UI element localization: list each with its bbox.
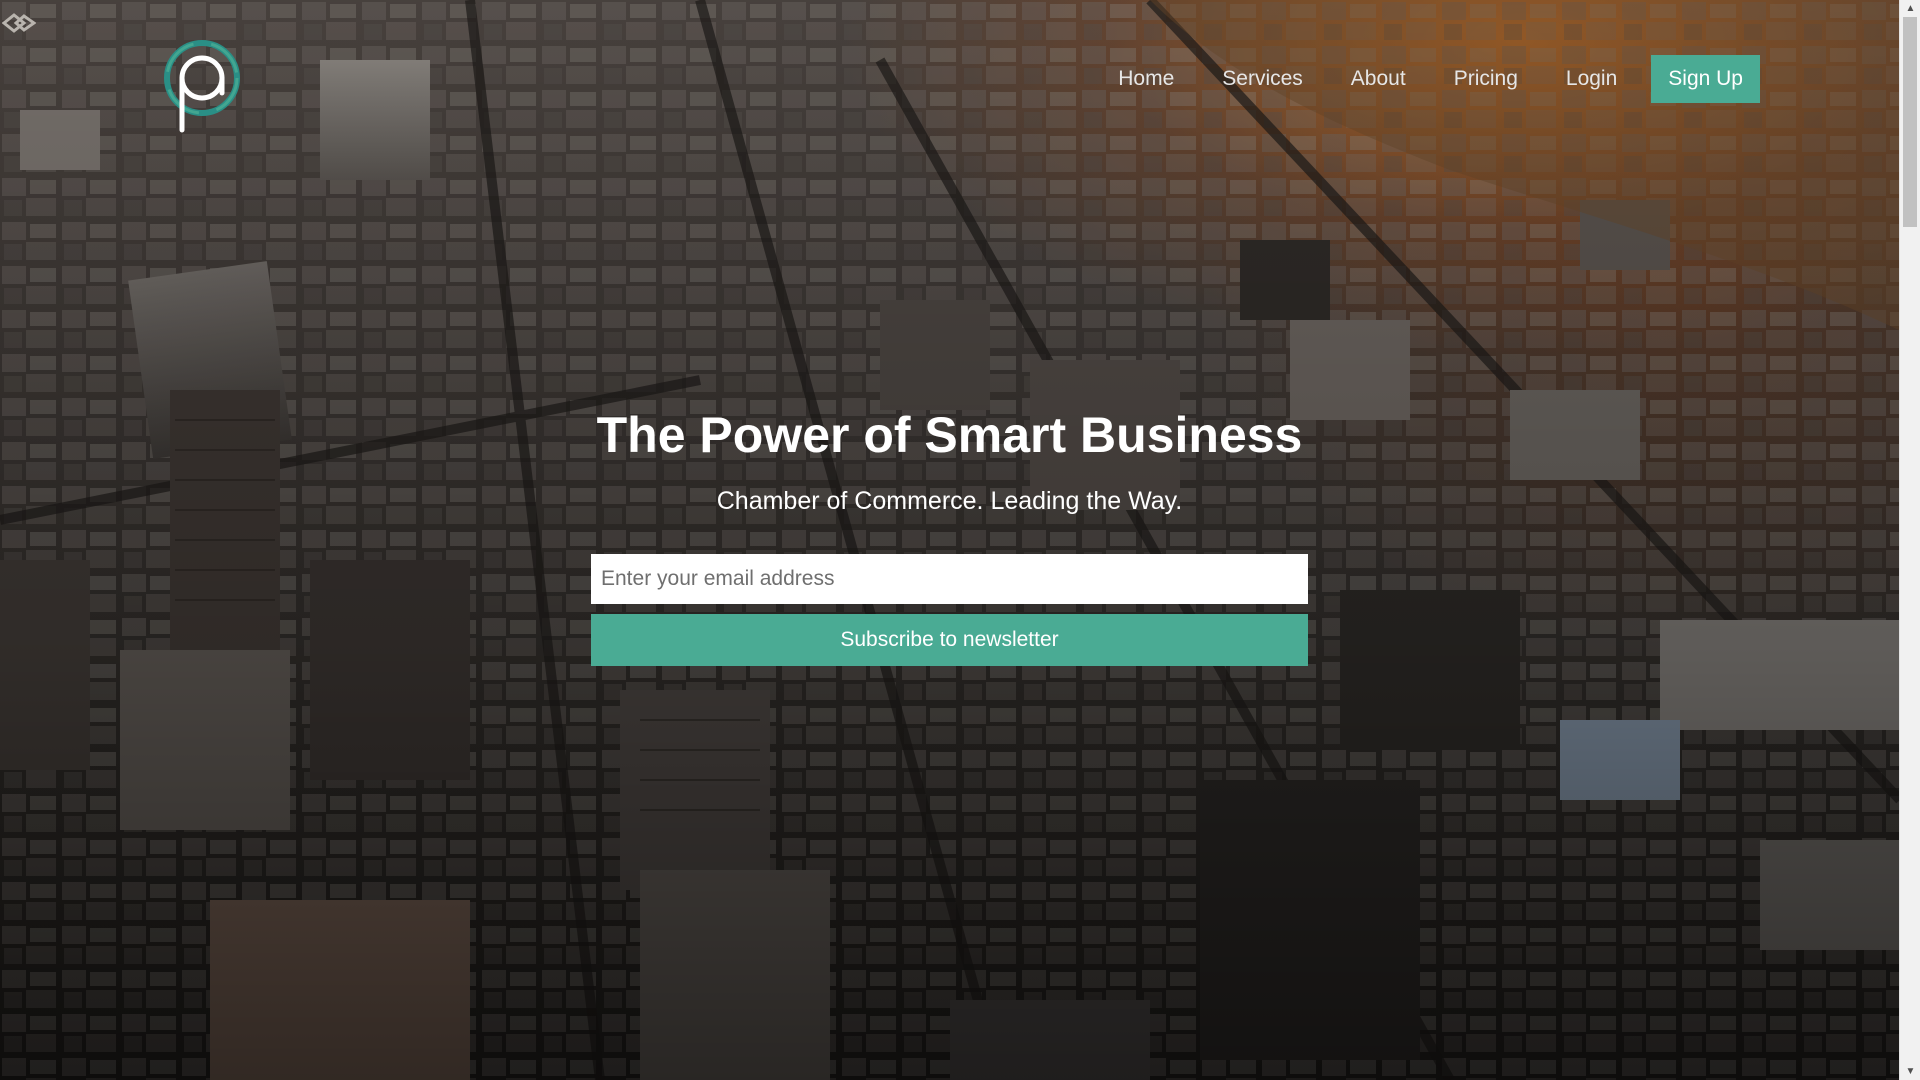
subscribe-button[interactable]: Subscribe to newsletter (591, 614, 1308, 666)
nav-link-about[interactable]: About (1351, 55, 1406, 103)
hero-section: The Power of Smart Business Chamber of C… (591, 400, 1308, 666)
arrow-down-icon[interactable]: ▼ (1900, 1063, 1920, 1080)
scrollbar-thumb[interactable] (1903, 17, 1917, 227)
nav-link-home[interactable]: Home (1118, 55, 1174, 103)
email-input[interactable] (591, 554, 1308, 604)
main-navigation: Home Services About Pricing Login Sign U… (1118, 55, 1760, 103)
nav-link-services[interactable]: Services (1222, 55, 1303, 103)
circle-p-logo-icon[interactable] (162, 38, 242, 134)
arrow-up-icon[interactable]: ▲ (1900, 0, 1920, 17)
nav-link-pricing[interactable]: Pricing (1454, 55, 1518, 103)
sign-up-button[interactable]: Sign Up (1651, 55, 1760, 103)
nav-link-login[interactable]: Login (1566, 55, 1617, 103)
diamond-glyph-icon (1, 10, 37, 36)
page-scrollbar[interactable]: ▲ ▼ (1899, 0, 1920, 1080)
hero-subtitle: Chamber of Commerce. Leading the Way. (716, 487, 1183, 515)
hero-title: The Power of Smart Business (596, 407, 1303, 463)
landing-page: Home Services About Pricing Login Sign U… (0, 0, 1920, 1080)
